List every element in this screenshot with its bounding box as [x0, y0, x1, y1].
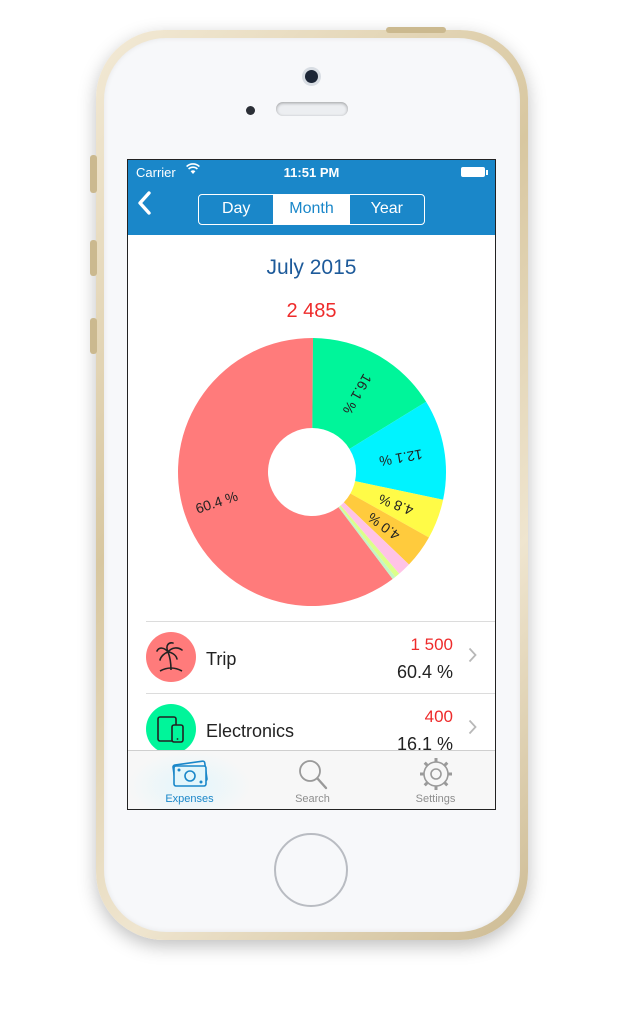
segment-year[interactable]: Year: [348, 195, 424, 224]
battery-icon: [461, 167, 488, 177]
navigation-bar: Carrier 11:51 PM Day Month Year: [128, 160, 495, 235]
search-icon: [299, 760, 328, 790]
volume-down-button: [90, 318, 97, 354]
devices-icon: [146, 704, 196, 754]
tab-bar: Expenses Search Settings: [128, 750, 495, 809]
chevron-left-icon: [138, 191, 151, 215]
earpiece-speaker: [276, 102, 348, 116]
tab-settings[interactable]: Settings: [374, 751, 495, 809]
power-button: [386, 27, 446, 33]
expense-pie-chart[interactable]: 60.4 %16.1 %12.1 %4.8 %4.0 %: [176, 336, 448, 608]
segment-month[interactable]: Month: [273, 195, 349, 224]
money-icon: [172, 760, 208, 787]
app-screen: Carrier 11:51 PM Day Month Year July 201…: [127, 159, 496, 810]
status-bar: Carrier 11:51 PM: [128, 160, 495, 184]
category-percent: 60.4 %: [396, 662, 453, 682]
tab-label: Search: [295, 793, 330, 805]
period-title: July 2015: [266, 256, 357, 279]
tab-expenses[interactable]: Expenses: [128, 751, 251, 809]
front-camera: [305, 70, 318, 83]
tab-search[interactable]: Search: [251, 751, 374, 809]
category-name: Electronics: [206, 721, 295, 741]
volume-up-button: [90, 240, 97, 276]
proximity-sensor: [246, 106, 255, 115]
tab-label: Settings: [415, 793, 456, 805]
category-name: Trip: [206, 649, 237, 669]
gear-icon: [420, 758, 452, 790]
status-time: 11:51 PM: [283, 165, 340, 180]
segment-day[interactable]: Day: [199, 195, 273, 224]
chevron-right-icon: [468, 647, 477, 668]
palm-tree-icon: [146, 632, 196, 682]
home-button[interactable]: [274, 833, 348, 907]
total-amount: 2 485: [286, 300, 337, 322]
chevron-right-icon: [468, 719, 477, 740]
category-amount: 400: [424, 707, 453, 726]
category-amount: 1 500: [410, 635, 453, 654]
back-button[interactable]: [136, 190, 152, 224]
period-segmented-control: Day Month Year: [198, 194, 425, 225]
tab-label: Expenses: [165, 793, 214, 805]
mute-switch: [90, 155, 97, 193]
category-row-trip[interactable]: Trip 1 500 60.4 %: [128, 621, 495, 693]
